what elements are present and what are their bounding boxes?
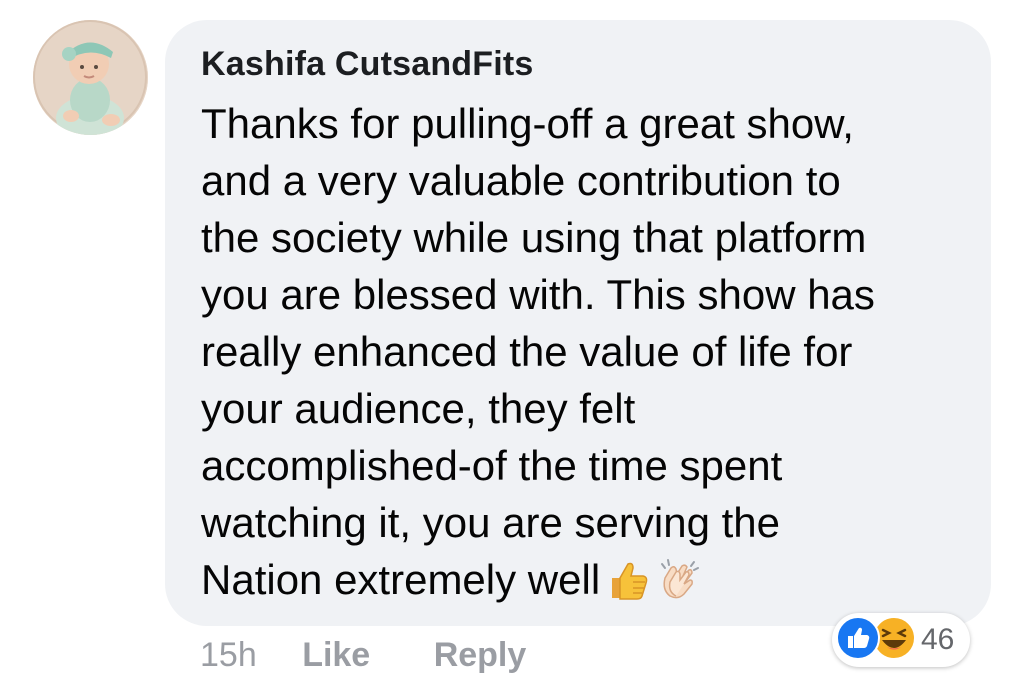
reactions-summary[interactable]: 46	[832, 613, 971, 667]
comment-text-line: you are blessed with. This show has	[201, 271, 875, 318]
comment-text-line: really enhanced the value of life for	[201, 328, 853, 375]
comment-text-line: Thanks for pulling-off a great show,	[201, 100, 854, 147]
clapping-hands-emoji-icon	[656, 556, 702, 616]
comment-actions: 15h Like Reply	[200, 632, 526, 678]
comment-text-line: watching it, you are serving the	[201, 499, 780, 546]
comment-text-line: your audience, they felt	[201, 385, 636, 432]
comment-timestamp[interactable]: 15h	[200, 636, 257, 674]
like-button[interactable]: Like	[302, 636, 370, 674]
like-reaction-icon	[836, 615, 880, 665]
comment-text-line: the society while using that platform	[201, 214, 867, 261]
comment-text-last-line: Nation extremely well	[201, 551, 961, 616]
comment-text-line: accomplished-of the time spent	[201, 442, 783, 489]
reaction-count: 46	[921, 623, 955, 656]
thumbs-up-emoji-icon	[606, 558, 650, 616]
comment-author[interactable]: Kashifa CutsandFits	[201, 42, 961, 86]
reply-button[interactable]: Reply	[434, 636, 527, 674]
comment: Kashifa CutsandFits Thanks for pulling-o…	[0, 0, 1024, 689]
comment-text: Thanks for pulling-off a great show, and…	[201, 95, 961, 616]
comment-text-line: Nation extremely well	[201, 556, 601, 603]
comment-bubble: Kashifa CutsandFits Thanks for pulling-o…	[165, 20, 991, 626]
avatar[interactable]	[33, 20, 148, 135]
avatar-photo-icon	[33, 20, 148, 135]
comment-text-line: and a very valuable contribution to	[201, 157, 841, 204]
